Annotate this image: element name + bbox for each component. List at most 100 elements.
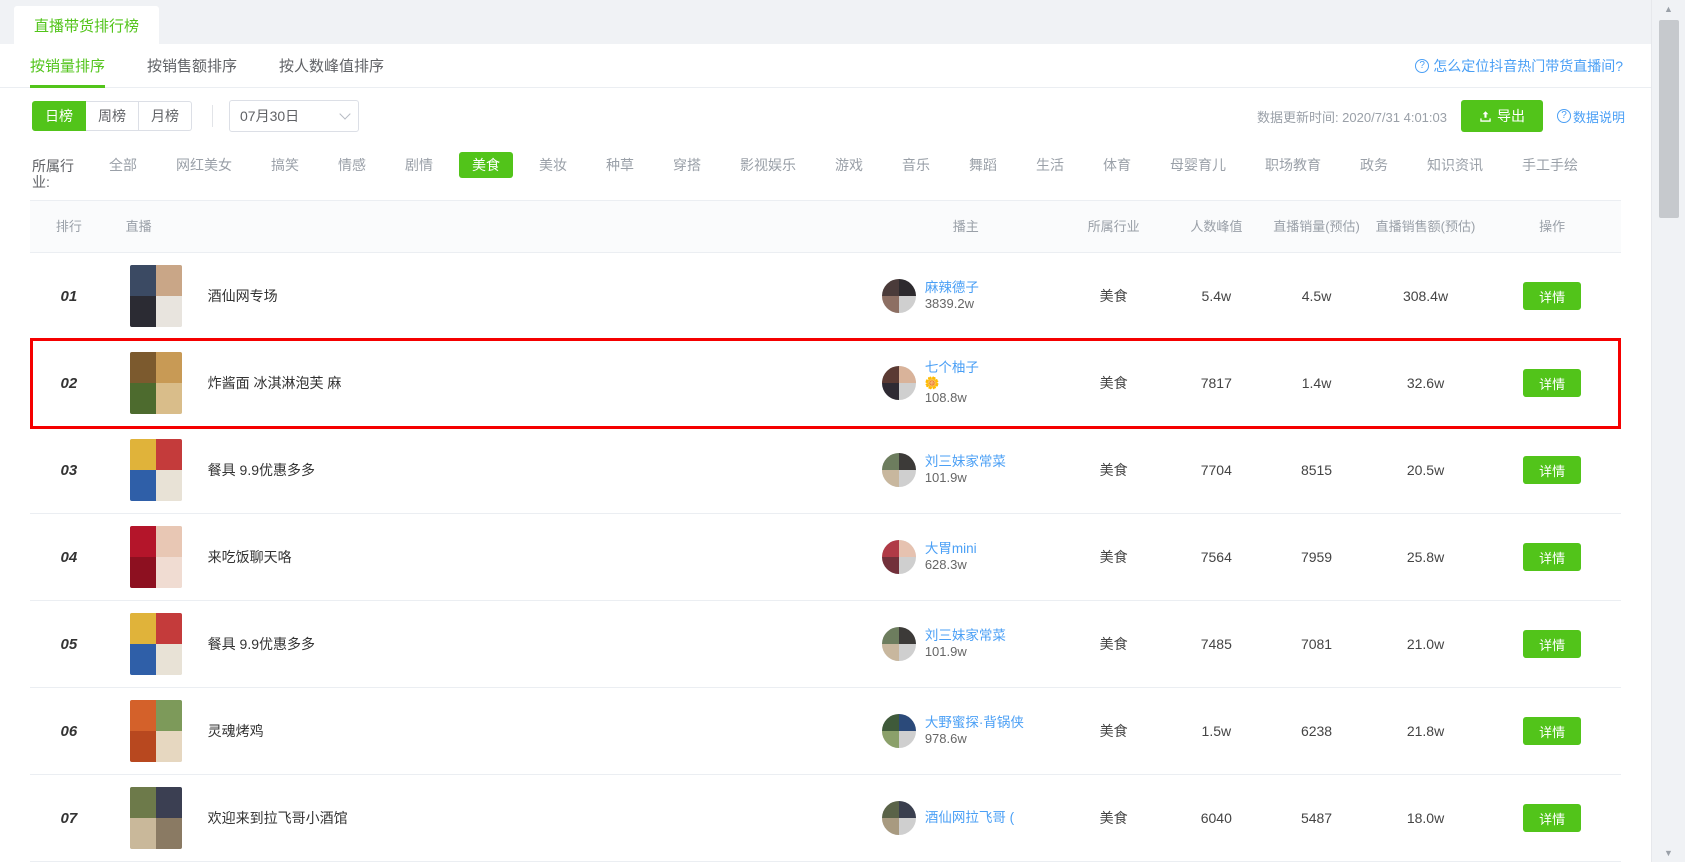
industry-item-14[interactable]: 体育 bbox=[1090, 152, 1144, 178]
col-header-anchor: 播主 bbox=[871, 200, 1060, 253]
tab-sort-by-sales[interactable]: 按销售额排序 bbox=[147, 44, 237, 88]
rank-number: 03 bbox=[60, 461, 78, 479]
detail-button[interactable]: 详情 bbox=[1523, 369, 1582, 397]
live-title[interactable]: 餐具 9.9优惠多多 bbox=[208, 634, 315, 654]
table-row[interactable]: 05 餐具 9.9优惠多多 刘三妹家常菜 101.9w 美食 7485 7081 21.0w 详… bbox=[30, 600, 1621, 688]
industry-item-10[interactable]: 游戏 bbox=[822, 152, 876, 178]
anchor-name[interactable]: 酒仙网拉飞哥 ( bbox=[925, 810, 1014, 826]
table-row[interactable]: 02 炸酱面 冰淇淋泡芙 麻七个柚子 🌼 108.8w 美食 7817 1.4w 32.6w 详… bbox=[30, 339, 1621, 427]
period-weekly-button[interactable]: 周榜 bbox=[86, 101, 139, 131]
export-button[interactable]: 导出 bbox=[1460, 100, 1543, 132]
live-thumbnail[interactable] bbox=[129, 439, 182, 501]
live-title[interactable]: 欢迎来到拉飞哥小酒馆 bbox=[208, 808, 348, 828]
industry-item-3[interactable]: 情感 bbox=[325, 152, 379, 178]
cell-volume: 7081 bbox=[1265, 600, 1368, 688]
live-thumbnail[interactable] bbox=[129, 352, 182, 414]
cell-live: 炸酱面 冰淇淋泡芙 麻 bbox=[107, 339, 872, 427]
rank-number: 01 bbox=[60, 287, 78, 305]
industry-item-13[interactable]: 生活 bbox=[1023, 152, 1077, 178]
detail-button[interactable]: 详情 bbox=[1523, 282, 1582, 310]
table-row[interactable]: 07 欢迎来到拉飞哥小酒馆 酒仙网拉飞哥 (美食 6040 5487 18.0w 详情 bbox=[30, 774, 1621, 862]
cell-industry: 美食 bbox=[1059, 687, 1168, 775]
cell-amount: 308.4w bbox=[1367, 252, 1484, 340]
industry-item-all[interactable]: 全部 bbox=[96, 152, 150, 178]
date-picker[interactable]: 07月30日 bbox=[229, 100, 359, 132]
industry-item-4[interactable]: 剧情 bbox=[392, 152, 446, 178]
cell-live: 灵魂烤鸡 bbox=[107, 687, 872, 775]
period-daily-button[interactable]: 日榜 bbox=[32, 101, 86, 131]
cell-industry: 美食 bbox=[1059, 426, 1168, 514]
live-title[interactable]: 来吃饭聊天咯 bbox=[208, 547, 292, 567]
table-row[interactable]: 03 餐具 9.9优惠多多 刘三妹家常菜 101.9w 美食 7704 8515 20.5w 详… bbox=[30, 426, 1621, 514]
period-monthly-button[interactable]: 月榜 bbox=[139, 101, 192, 131]
industry-item-food[interactable]: 美食 bbox=[459, 152, 513, 178]
cell-live: 餐具 9.9优惠多多 bbox=[107, 600, 872, 688]
scrollbar-thumb[interactable] bbox=[1659, 20, 1679, 218]
detail-button[interactable]: 详情 bbox=[1523, 717, 1582, 745]
anchor-name[interactable]: 刘三妹家常菜 bbox=[925, 628, 1006, 644]
industry-filter: 所属行业: 全部 网红美女 搞笑 情感 剧情 美食 美妆 种草 穿搭 影视娱乐 … bbox=[0, 144, 1651, 200]
tab-live-commerce-ranking[interactable]: 直播带货排行榜 bbox=[14, 6, 160, 44]
help-link[interactable]: ? 怎么定位抖音热门带货直播间? bbox=[1415, 44, 1623, 88]
detail-button[interactable]: 详情 bbox=[1523, 543, 1582, 571]
chevron-down-icon bbox=[339, 108, 351, 120]
live-title[interactable]: 灵魂烤鸡 bbox=[208, 721, 264, 741]
anchor-name[interactable]: 麻辣德子 bbox=[925, 280, 979, 296]
anchor-name[interactable]: 大胃mini bbox=[925, 541, 977, 557]
cell-operation: 详情 bbox=[1483, 426, 1621, 514]
live-thumbnail[interactable] bbox=[129, 613, 182, 675]
industry-item-15[interactable]: 母婴育儿 bbox=[1157, 152, 1239, 178]
caret-up-icon[interactable]: ▲ bbox=[1652, 0, 1685, 18]
data-note-link[interactable]: ? 数据说明 bbox=[1556, 107, 1625, 126]
industry-item-1[interactable]: 网红美女 bbox=[163, 152, 245, 178]
avatar[interactable] bbox=[881, 540, 916, 574]
filter-toolbar: 日榜 周榜 月榜 07月30日 数据更新时间: 2020/7/31 4:01:0… bbox=[0, 88, 1651, 144]
cell-anchor: 酒仙网拉飞哥 ( bbox=[871, 774, 1060, 862]
tab-sort-by-peak-viewers[interactable]: 按人数峰值排序 bbox=[279, 44, 384, 88]
avatar[interactable] bbox=[881, 801, 916, 835]
page-scrollbar[interactable]: ▲ ▼ bbox=[1651, 0, 1685, 862]
industry-item-9[interactable]: 影视娱乐 bbox=[727, 152, 809, 178]
anchor-name[interactable]: 七个柚子 bbox=[925, 360, 979, 376]
live-thumbnail[interactable] bbox=[129, 787, 182, 849]
industry-item-17[interactable]: 政务 bbox=[1347, 152, 1401, 178]
live-thumbnail[interactable] bbox=[129, 700, 182, 762]
cell-peak: 7704 bbox=[1167, 426, 1266, 514]
industry-item-11[interactable]: 音乐 bbox=[889, 152, 943, 178]
industry-item-8[interactable]: 穿搭 bbox=[660, 152, 714, 178]
question-circle-icon: ? bbox=[1556, 109, 1571, 123]
table-row[interactable]: 06 灵魂烤鸡 大野蜜探·背锅侠 978.6w 美食 1.5w 6238 21.8w 详情 bbox=[30, 687, 1621, 775]
detail-button[interactable]: 详情 bbox=[1523, 456, 1582, 484]
detail-button[interactable]: 详情 bbox=[1523, 804, 1582, 832]
industry-item-18[interactable]: 知识资讯 bbox=[1414, 152, 1496, 178]
anchor-name[interactable]: 刘三妹家常菜 bbox=[925, 454, 1006, 470]
cell-volume: 5487 bbox=[1265, 774, 1368, 862]
anchor-fan-count: 978.6w bbox=[924, 731, 967, 746]
table-row[interactable]: 04 来吃饭聊天咯 大胃mini 628.3w 美食 7564 7959 25.8w 详情 bbox=[30, 513, 1621, 601]
live-thumbnail[interactable] bbox=[129, 265, 182, 327]
tab-sort-by-volume[interactable]: 按销量排序 bbox=[30, 44, 106, 88]
avatar[interactable] bbox=[881, 453, 916, 487]
anchor-name[interactable]: 大野蜜探·背锅侠 bbox=[925, 715, 1024, 731]
caret-down-icon[interactable]: ▼ bbox=[1652, 844, 1685, 862]
live-title[interactable]: 餐具 9.9优惠多多 bbox=[208, 460, 315, 480]
industry-item-16[interactable]: 职场教育 bbox=[1252, 152, 1334, 178]
live-title[interactable]: 酒仙网专场 bbox=[208, 286, 278, 306]
table-row[interactable]: 01 酒仙网专场 麻辣德子 3839.2w 美食 5.4w 4.5w 308.4w 详情 bbox=[30, 252, 1621, 340]
period-segment-group: 日榜 周榜 月榜 bbox=[32, 101, 192, 131]
live-thumbnail[interactable] bbox=[129, 526, 182, 588]
avatar[interactable] bbox=[881, 366, 916, 400]
cell-anchor: 刘三妹家常菜 101.9w bbox=[871, 426, 1060, 514]
avatar[interactable] bbox=[881, 627, 916, 661]
avatar[interactable] bbox=[881, 279, 916, 313]
avatar[interactable] bbox=[881, 714, 916, 748]
cell-amount: 21.0w bbox=[1367, 600, 1484, 688]
industry-item-12[interactable]: 舞蹈 bbox=[956, 152, 1010, 178]
industry-item-6[interactable]: 美妆 bbox=[526, 152, 580, 178]
industry-item-19[interactable]: 手工手绘 bbox=[1509, 152, 1591, 178]
industry-item-7[interactable]: 种草 bbox=[593, 152, 647, 178]
live-title[interactable]: 炸酱面 冰淇淋泡芙 麻 bbox=[208, 373, 342, 393]
detail-button[interactable]: 详情 bbox=[1523, 630, 1582, 658]
anchor-fan-count: 101.9w bbox=[924, 470, 967, 485]
industry-item-2[interactable]: 搞笑 bbox=[258, 152, 312, 178]
